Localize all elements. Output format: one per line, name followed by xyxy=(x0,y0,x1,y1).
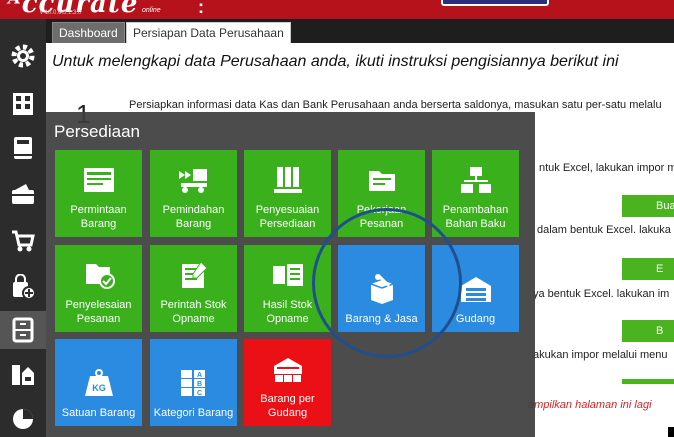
logo-mark: : xyxy=(198,0,204,17)
action-button[interactable]: Bua xyxy=(622,195,674,217)
header-button[interactable] xyxy=(441,0,549,6)
order-complete-icon xyxy=(82,260,116,290)
wallet-card-icon[interactable] xyxy=(0,175,46,213)
tile-penyelesaian-pesanan[interactable]: Penyelesaian Pesanan xyxy=(55,245,142,332)
work-order-icon xyxy=(365,165,399,195)
page-heading: Untuk melengkapi data Perusahaan anda, i… xyxy=(52,53,619,70)
instruction-line: ntuk Excel, lakukan impor m xyxy=(539,162,674,174)
add-material-icon xyxy=(459,165,493,195)
tile-label: Kategori Barang xyxy=(153,407,234,419)
left-sidebar xyxy=(0,19,46,437)
tab-persiapan-data[interactable]: Persiapan Data Perusahaan xyxy=(126,22,291,43)
instruction-line: ya bentuk Excel. lakukan im xyxy=(533,288,670,300)
weight-kg-icon: KG xyxy=(82,368,116,398)
top-bar: ᴬccurate v 10.0.6.5.1.3.0 online : xyxy=(0,0,674,19)
buildings-car-icon[interactable] xyxy=(0,355,46,393)
inventory-adjust-icon xyxy=(271,165,305,195)
instruction-line: dalam bentuk Excel. lakuka xyxy=(537,224,671,236)
persediaan-menu: Persediaan Permintaan Barang Pemindahan … xyxy=(46,112,535,437)
abc-text: B xyxy=(196,381,201,388)
pie-chart-icon[interactable] xyxy=(0,399,46,437)
goods-per-warehouse-icon xyxy=(271,354,305,384)
tile-barang-per-gudang[interactable]: Barang per Gudang xyxy=(244,339,331,426)
stock-result-icon xyxy=(271,260,305,290)
category-list-icon: ABC xyxy=(177,368,211,398)
hide-page-note[interactable]: ampilkan halaman ini lagi xyxy=(528,399,652,411)
tile-label: Gudang xyxy=(455,313,496,325)
settings-gear-icon[interactable] xyxy=(0,37,46,75)
warehouse-icon xyxy=(459,274,493,304)
action-button[interactable]: E xyxy=(622,258,674,280)
tile-label: Penyesuaian Persediaan xyxy=(255,204,320,230)
tile-pemindahan-barang[interactable]: Pemindahan Barang xyxy=(150,150,237,237)
instruction-line: Persiapkan informasi data Kas dan Bank P… xyxy=(129,99,662,111)
tile-label: Barang per Gudang xyxy=(260,393,315,419)
tile-penyesuaian-persediaan[interactable]: Penyesuaian Persediaan xyxy=(244,150,331,237)
tile-label: Penyelesaian Pesanan xyxy=(65,299,132,325)
bag-add-icon[interactable] xyxy=(0,268,46,306)
cart-icon[interactable] xyxy=(0,222,46,260)
app-logo-sub: online xyxy=(142,7,161,14)
tile-penambahan-bahan-baku[interactable]: Penambahan Bahan Baku xyxy=(432,150,519,237)
tile-label: Permintaan Barang xyxy=(70,204,127,230)
tile-label: Pemindahan Barang xyxy=(162,204,225,230)
tile-label: Penambahan Bahan Baku xyxy=(442,204,509,230)
tile-satuan-barang[interactable]: KG Satuan Barang xyxy=(55,339,142,426)
stock-order-icon xyxy=(177,260,211,290)
inventory-cabinet-icon[interactable] xyxy=(0,311,46,349)
kg-text: KG xyxy=(92,383,106,393)
tile-permintaan-barang[interactable]: Permintaan Barang xyxy=(55,150,142,237)
tab-dashboard[interactable]: Dashboard xyxy=(52,22,125,43)
abc-text: C xyxy=(196,390,201,397)
tile-label: Perintah Stok Opname xyxy=(160,299,227,325)
app-version: v 10.0.6.5.1.3.0 xyxy=(40,10,82,16)
book-icon[interactable] xyxy=(0,129,46,167)
action-button[interactable]: B xyxy=(622,320,674,342)
tile-label: Satuan Barang xyxy=(61,407,136,419)
action-button[interactable] xyxy=(622,379,674,384)
transfer-goods-icon xyxy=(177,165,211,195)
building-icon[interactable] xyxy=(0,85,46,123)
corner-mark xyxy=(668,427,674,437)
tile-perintah-stok-opname[interactable]: Perintah Stok Opname xyxy=(150,245,237,332)
instruction-line: akukan impor melalui menu xyxy=(533,349,668,361)
tile-kategori-barang[interactable]: ABC Kategori Barang xyxy=(150,339,237,426)
abc-text: A xyxy=(196,372,201,379)
highlight-circle xyxy=(312,208,462,358)
request-form-icon xyxy=(82,165,116,195)
menu-title: Persediaan xyxy=(54,122,141,141)
tab-bar: Dashboard Persiapan Data Perusahaan xyxy=(46,19,674,43)
